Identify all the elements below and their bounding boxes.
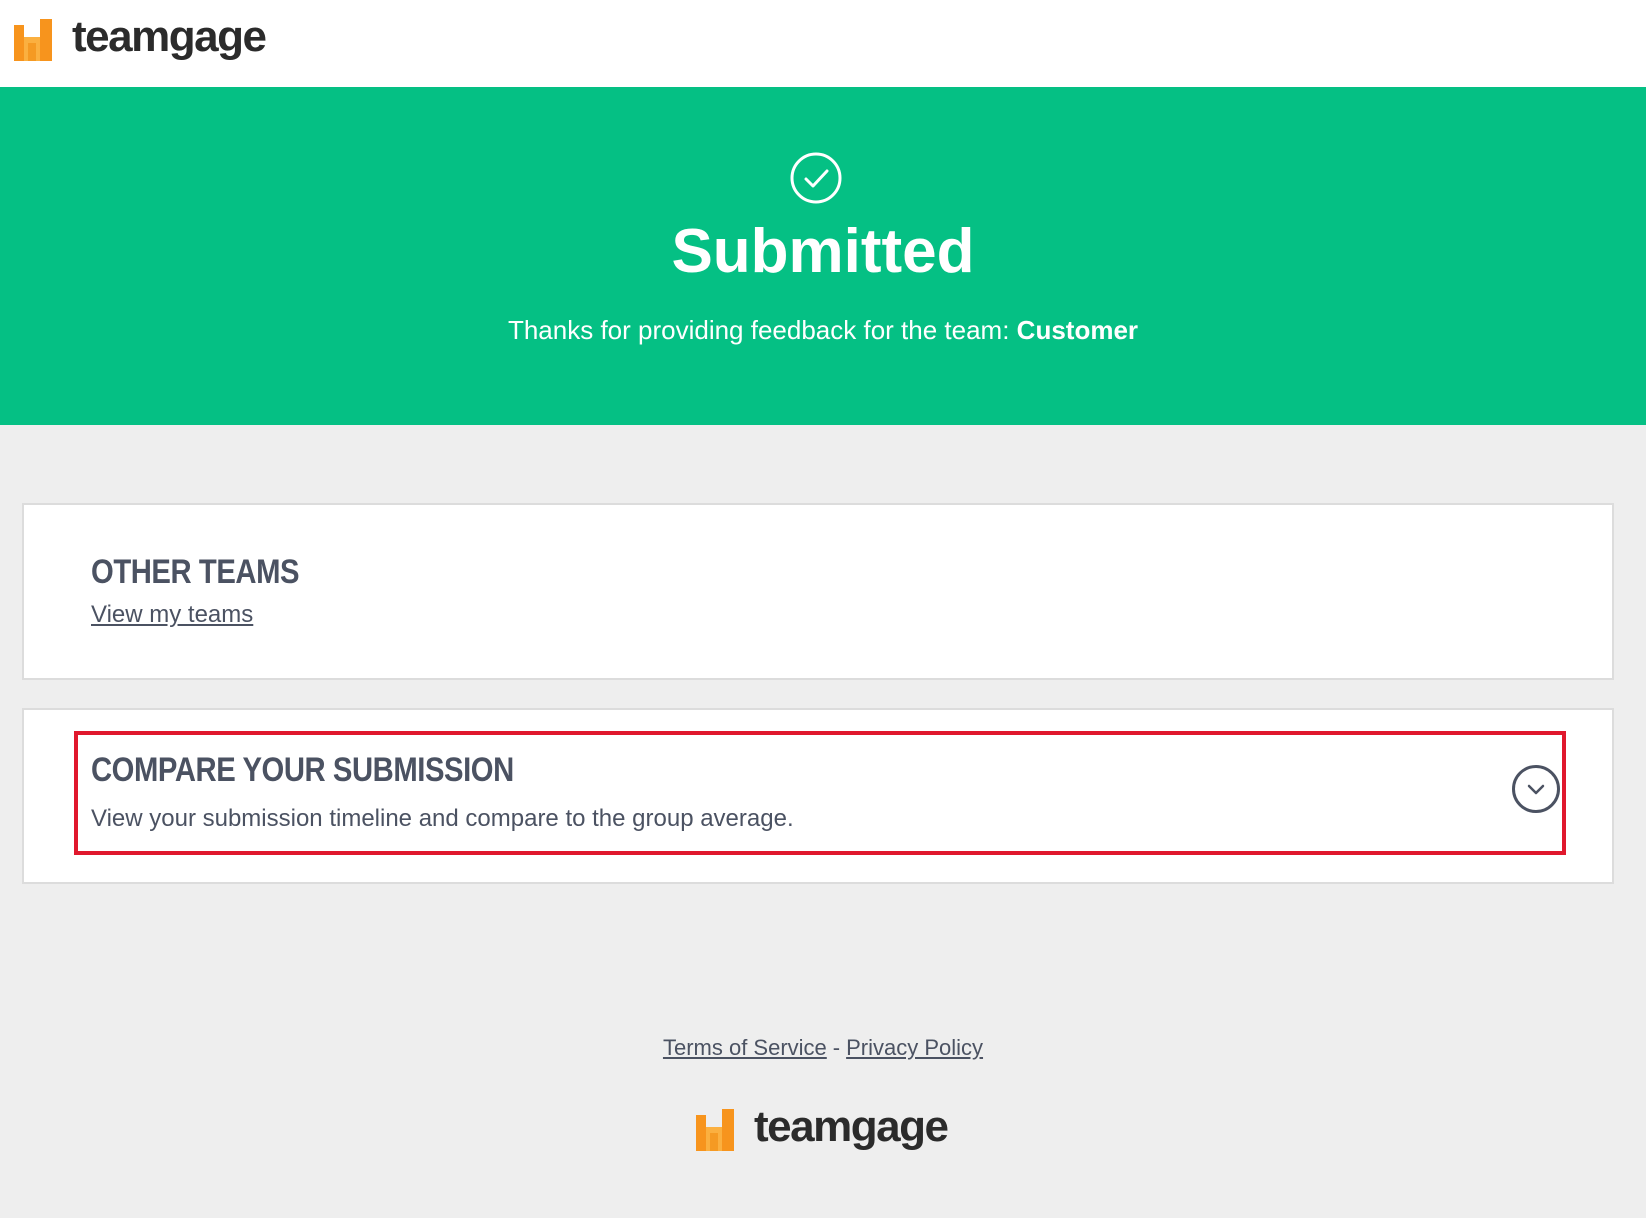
compare-submission-description: View your submission timeline and compar… <box>91 805 794 832</box>
view-my-teams-link[interactable]: View my teams <box>91 601 253 629</box>
teamgage-logo-icon <box>696 1109 734 1151</box>
footer-separator: - <box>832 1035 841 1060</box>
compare-submission-card: COMPARE YOUR SUBMISSION View your submis… <box>22 708 1614 884</box>
submitted-banner: Submitted Thanks for providing feedback … <box>0 87 1646 425</box>
chevron-down-icon <box>1527 784 1545 795</box>
top-header: teamgage <box>0 0 1646 87</box>
terms-of-service-link[interactable]: Terms of Service <box>663 1035 827 1060</box>
footer-links: Terms of Service - Privacy Policy <box>0 1035 1646 1061</box>
expand-button[interactable] <box>1512 765 1560 813</box>
compare-submission-toggle[interactable]: COMPARE YOUR SUBMISSION View your submis… <box>74 731 1566 855</box>
team-name: Customer <box>1016 315 1139 345</box>
footer-logo[interactable]: teamgage <box>696 1102 949 1152</box>
check-circle-icon <box>790 152 842 204</box>
privacy-policy-link[interactable]: Privacy Policy <box>846 1035 983 1060</box>
teamgage-logo[interactable]: teamgage <box>14 12 267 62</box>
page-title: Submitted <box>671 217 975 286</box>
other-teams-card: OTHER TEAMS View my teams <box>22 503 1614 680</box>
submission-message-text: Thanks for providing feedback for the te… <box>507 315 1017 345</box>
other-teams-heading: OTHER TEAMS <box>91 553 300 591</box>
compare-submission-heading: COMPARE YOUR SUBMISSION <box>91 751 514 789</box>
footer-logo-wordmark: teamgage <box>754 1102 949 1151</box>
teamgage-logo-icon <box>14 19 52 61</box>
logo-wordmark: teamgage <box>72 12 267 61</box>
submission-message: Thanks for providing feedback for the te… <box>0 315 1646 346</box>
